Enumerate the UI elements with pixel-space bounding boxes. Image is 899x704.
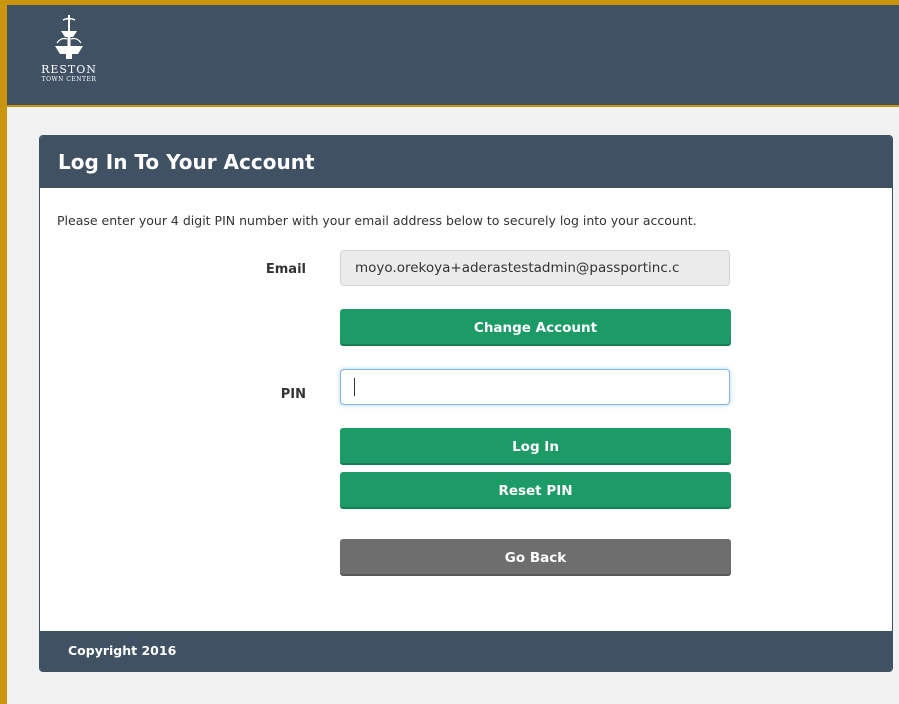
panel-footer: Copyright 2016 xyxy=(40,631,892,671)
reston-town-center-logo[interactable]: RESTON TOWN CENTER xyxy=(31,13,107,95)
reset-pin-button[interactable]: Reset PIN xyxy=(340,472,731,509)
pin-label: PIN xyxy=(280,387,306,402)
email-field[interactable] xyxy=(340,250,730,286)
copyright-text: Copyright 2016 xyxy=(68,643,177,658)
change-account-button[interactable]: Change Account xyxy=(340,309,731,346)
login-instructions: Please enter your 4 digit PIN number wit… xyxy=(57,213,697,228)
page-title: Log In To Your Account xyxy=(58,150,315,174)
text-cursor xyxy=(354,378,355,396)
logo-subtitle: TOWN CENTER xyxy=(41,76,97,83)
pin-field[interactable] xyxy=(340,369,730,405)
login-panel: Log In To Your Account Please enter your… xyxy=(39,135,893,672)
fountain-logo-icon xyxy=(55,15,83,59)
log-in-button[interactable]: Log In xyxy=(340,428,731,465)
logo-name: RESTON xyxy=(41,63,97,76)
top-navigation-bar: RESTON TOWN CENTER xyxy=(7,5,899,107)
email-label: Email xyxy=(265,262,306,277)
go-back-button[interactable]: Go Back xyxy=(340,539,731,576)
login-panel-header: Log In To Your Account xyxy=(40,136,892,188)
